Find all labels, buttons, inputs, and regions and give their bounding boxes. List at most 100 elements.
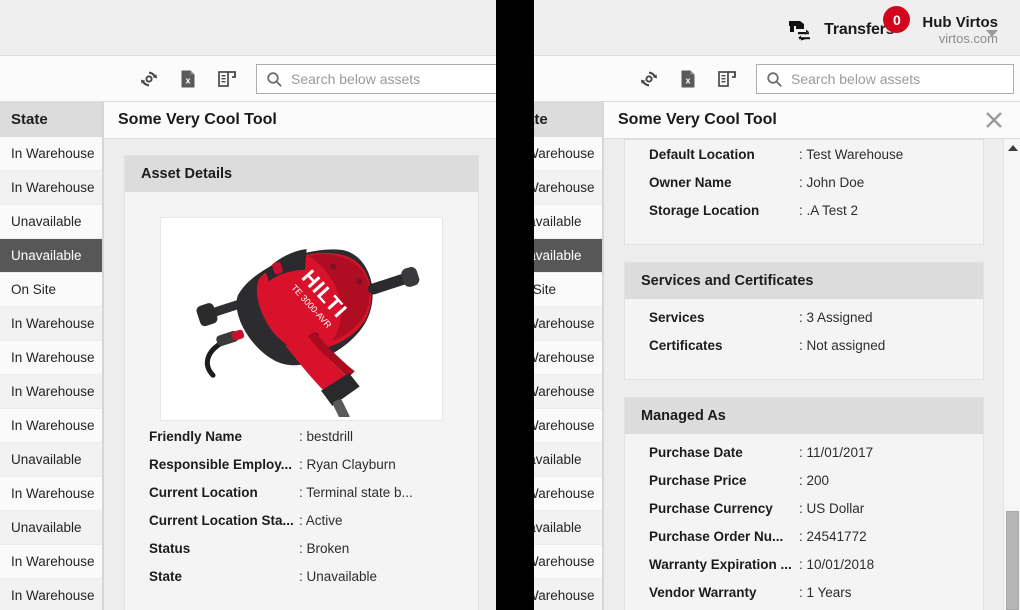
state-row[interactable]: Unavailable [534,511,602,545]
field-label: Services [649,310,705,325]
state-row[interactable]: In Warehouse [534,545,602,579]
state-row-selected[interactable]: Unavailable [0,239,102,273]
detail-panel-body: Asset Details HILTI TE 3000-AVR Friendly… [104,139,496,610]
field-label: Owner Name [649,175,732,190]
search-box[interactable] [256,63,496,94]
field-value: Active [299,513,343,528]
field-label: State [149,569,183,584]
duplicate-copy-icon[interactable] [216,68,238,90]
field-row: Storage Location .A Test 2 [625,203,983,231]
state-row[interactable]: In Warehouse [0,341,102,375]
state-row[interactable]: In Warehouse [534,171,602,205]
state-row[interactable]: Unavailable [0,205,102,239]
field-row: Status Broken [125,541,478,569]
detail-scrollbar[interactable] [1003,139,1020,610]
state-row[interactable]: In Warehouse [534,307,602,341]
page-title: Some Very Cool Tool [118,111,277,128]
section-heading: Asset Details [125,156,478,192]
state-row[interactable]: In Warehouse [534,409,602,443]
excel-export-icon[interactable]: x [677,68,699,90]
state-row[interactable]: In Warehouse [0,579,102,610]
search-input[interactable] [791,64,1013,93]
state-row[interactable]: In Warehouse [0,477,102,511]
right-application-view: Transfers 0 Hub Virtos virtos.com x Sear… [534,0,1020,610]
excel-export-icon[interactable]: x [177,68,199,90]
state-row[interactable]: In Warehouse [534,579,602,610]
field-value: US Dollar [799,501,865,516]
section-heading: Managed As [625,398,983,434]
toolbar-icon-group: x [638,68,738,90]
field-label: Storage Location [649,203,760,218]
field-label: Default Location [649,147,755,162]
chevron-down-icon[interactable] [986,30,998,37]
state-row[interactable]: Unavailable [0,511,102,545]
detail-panel-header: Some Very Cool Tool [604,102,1020,139]
field-row: Certificates Not assigned [625,338,983,366]
state-row[interactable]: In Warehouse [0,545,102,579]
field-label: Purchase Order Nu... [649,529,784,544]
transfers-tool-icon [787,18,817,42]
state-row[interactable]: In Warehouse [0,171,102,205]
field-value: Ryan Clayburn [299,457,396,472]
search-box[interactable] [756,63,1014,94]
state-row[interactable]: In Warehouse [0,137,102,171]
detail-panel-header: Some Very Cool Tool [104,102,496,139]
state-row[interactable]: Unavailable [534,205,602,239]
field-row: Purchase Date 11/01/2017 [625,445,983,473]
asset-toolbar: x [534,56,1020,102]
section-body: HILTI TE 3000-AVR Friendly Name: bestdr… [125,192,478,610]
field-row: Warranty Expiration ... 10/01/2018 [625,557,983,585]
svg-text:x: x [686,75,691,85]
close-icon[interactable] [984,110,1004,130]
field-value: Broken [299,541,350,556]
state-row[interactable]: On Site [0,273,102,307]
field-value: Not assigned [799,338,886,353]
refresh-sync-icon[interactable] [638,68,660,90]
state-column-header: State [534,102,602,137]
top-brand-bar: Transfers 0 Hub Virtos virtos.com [0,0,496,56]
ontrack-app-left: Transfers 0 Hub Virtos virtos.com [0,0,496,610]
scrollbar-thumb[interactable] [1006,511,1019,610]
scroll-up-arrow-icon[interactable] [1008,145,1018,151]
state-column: State In Warehouse In Warehouse Unavaila… [534,102,603,610]
asset-toolbar: x [0,56,496,102]
field-value: 10/01/2018 [799,557,875,572]
field-row: Default Location Test Warehouse [625,147,983,175]
state-row-selected[interactable]: Unavailable [534,239,602,273]
state-row[interactable]: In Warehouse [534,137,602,171]
search-icon [267,71,282,87]
field-label: Purchase Price [649,473,747,488]
state-row[interactable]: Unavailable [0,443,102,477]
account-menu[interactable]: Hub Virtos virtos.com [922,8,998,46]
state-row[interactable]: In Warehouse [0,307,102,341]
state-row[interactable]: In Warehouse [534,477,602,511]
state-row[interactable]: In Warehouse [534,341,602,375]
field-value: bestdrill [299,429,354,444]
state-row-list: In Warehouse In Warehouse Unavailable Un… [534,137,602,610]
field-label: Current Location Sta... [149,513,294,528]
field-value: .A Test 2 [799,203,859,218]
state-row[interactable]: In Warehouse [0,409,102,443]
field-value: 200 [799,473,830,488]
state-row[interactable]: In Warehouse [534,375,602,409]
search-input[interactable] [291,64,496,93]
duplicate-copy-icon[interactable] [716,68,738,90]
field-row: Purchase Currency US Dollar [625,501,983,529]
section-services-and-certificates: Services and Certificates Services 3 Ass… [624,262,984,380]
section-body: Services 3 Assigned Certificates Not ass… [625,299,983,379]
ontrack-app-right: Transfers 0 Hub Virtos virtos.com x Sear… [534,0,1020,610]
transfers-button[interactable]: Transfers 0 [787,6,911,42]
field-value: 3 Assigned [799,310,873,325]
field-value: 11/01/2017 [799,445,874,460]
state-row[interactable]: Unavailable [534,443,602,477]
state-row[interactable]: On Site [534,273,602,307]
section-location-tail: Default Location Test Warehouse Owner Na… [624,139,984,245]
field-label: Current Location [149,485,258,500]
field-label: Purchase Currency [649,501,773,516]
refresh-sync-icon[interactable] [138,68,160,90]
state-row[interactable]: In Warehouse [0,375,102,409]
page-title: Some Very Cool Tool [618,111,777,128]
field-row: Vendor Warranty 1 Years [625,585,983,610]
field-label: Friendly Name [149,429,243,444]
section-asset-details: Asset Details HILTI TE 3000-AVR Friendly… [124,155,479,610]
